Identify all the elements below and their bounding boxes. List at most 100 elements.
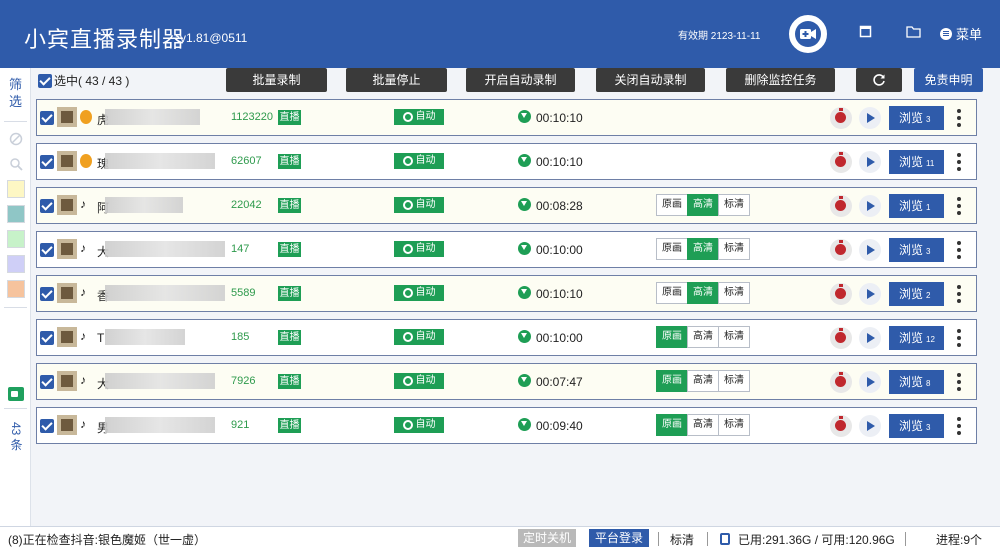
stop-record-icon[interactable] — [830, 151, 852, 173]
auto-record-toggle[interactable]: 自动 — [394, 241, 444, 257]
browse-button[interactable]: 浏览 1 — [889, 194, 944, 218]
quality-hd-option[interactable]: 高清 — [687, 282, 719, 304]
auto-label: 自动 — [415, 287, 436, 298]
quality-sd-option[interactable]: 标清 — [718, 282, 750, 304]
stop-record-icon[interactable] — [830, 195, 852, 217]
auto-record-toggle[interactable]: 自动 — [394, 329, 444, 345]
stop-record-icon[interactable] — [830, 327, 852, 349]
stop-record-icon[interactable] — [830, 283, 852, 305]
task-row[interactable]: ♪ 大 147 直播 自动 00:10:00 原画 高清 标清 浏览 3 — [36, 231, 977, 268]
quality-hd-option[interactable]: 高清 — [687, 414, 719, 436]
menu-icon — [940, 27, 952, 40]
row-checkbox[interactable] — [40, 375, 54, 389]
browse-button[interactable]: 浏览 2 — [889, 282, 944, 306]
quality-sd-option[interactable]: 标清 — [718, 370, 750, 392]
more-options-icon[interactable] — [957, 329, 961, 347]
task-row[interactable]: ♪ T 185 直播 自动 00:10:00 原画 高清 标清 浏览 12 — [36, 319, 977, 356]
task-row[interactable]: ♪ 香 5589 直播 自动 00:10:10 原画 高清 标清 浏览 2 — [36, 275, 977, 312]
row-checkbox[interactable] — [40, 155, 54, 169]
delete-monitor-tasks-button[interactable]: 删除监控任务 — [726, 68, 835, 92]
ban-filter-icon[interactable] — [9, 132, 23, 146]
batch-record-button[interactable]: 批量录制 — [226, 68, 327, 92]
play-icon[interactable] — [859, 371, 881, 393]
row-checkbox[interactable] — [40, 199, 54, 213]
browse-button[interactable]: 浏览 11 — [889, 150, 944, 174]
enable-auto-record-button[interactable]: 开启自动录制 — [466, 68, 575, 92]
quality-original-option[interactable]: 原画 — [656, 238, 688, 260]
task-row[interactable]: ♪ 男 921 直播 自动 00:09:40 原画 高清 标清 浏览 3 — [36, 407, 977, 444]
folder-icon[interactable] — [906, 25, 921, 38]
color-filter-green[interactable] — [7, 230, 25, 248]
color-filter-teal[interactable] — [7, 205, 25, 223]
row-checkbox[interactable] — [40, 111, 54, 125]
task-row[interactable]: 瑰 62607 直播 自动 00:10:10 浏览 11 — [36, 143, 977, 180]
stop-record-icon[interactable] — [830, 107, 852, 129]
play-icon[interactable] — [859, 283, 881, 305]
quality-hd-option[interactable]: 高清 — [687, 326, 719, 348]
record-camera-button[interactable] — [789, 15, 827, 53]
play-icon[interactable] — [859, 239, 881, 261]
more-options-icon[interactable] — [957, 241, 961, 259]
browse-button[interactable]: 浏览 8 — [889, 370, 944, 394]
auto-record-toggle[interactable]: 自动 — [394, 373, 444, 389]
more-options-icon[interactable] — [957, 109, 961, 127]
menu-button[interactable]: 菜单 — [940, 24, 982, 43]
select-all-checkbox[interactable]: 选中( 43 / 43 ) — [38, 72, 129, 89]
play-icon[interactable] — [859, 195, 881, 217]
disclaimer-button[interactable]: 免责申明 — [914, 68, 983, 92]
disable-auto-record-button[interactable]: 关闭自动录制 — [596, 68, 705, 92]
filter-label[interactable]: 筛选 — [0, 76, 31, 110]
browse-button[interactable]: 浏览 12 — [889, 326, 944, 350]
more-options-icon[interactable] — [957, 197, 961, 215]
more-options-icon[interactable] — [957, 373, 961, 391]
batch-stop-button[interactable]: 批量停止 — [346, 68, 447, 92]
quality-hd-option[interactable]: 高清 — [687, 370, 719, 392]
recording-filter-icon[interactable] — [8, 387, 24, 401]
auto-record-toggle[interactable]: 自动 — [394, 197, 444, 213]
more-options-icon[interactable] — [957, 285, 961, 303]
search-icon[interactable] — [9, 157, 23, 171]
task-row[interactable]: 虎 1123220 直播 自动 00:10:10 浏览 3 — [36, 99, 977, 136]
quality-original-option[interactable]: 原画 — [656, 194, 688, 216]
auto-record-toggle[interactable]: 自动 — [394, 285, 444, 301]
refresh-button[interactable] — [856, 68, 902, 92]
quality-sd-option[interactable]: 标清 — [718, 238, 750, 260]
default-quality-selector[interactable]: 标清 — [670, 531, 694, 548]
quality-sd-option[interactable]: 标清 — [718, 194, 750, 216]
stop-record-icon[interactable] — [830, 239, 852, 261]
auto-record-toggle[interactable]: 自动 — [394, 109, 444, 125]
browse-button[interactable]: 浏览 3 — [889, 414, 944, 438]
platform-login-button[interactable]: 平台登录 — [589, 529, 649, 547]
row-checkbox[interactable] — [40, 331, 54, 345]
more-options-icon[interactable] — [957, 153, 961, 171]
more-options-icon[interactable] — [957, 417, 961, 435]
quality-sd-option[interactable]: 标清 — [718, 414, 750, 436]
quality-original-option[interactable]: 原画 — [656, 326, 688, 348]
play-icon[interactable] — [859, 151, 881, 173]
color-filter-purple[interactable] — [7, 255, 25, 273]
row-checkbox[interactable] — [40, 287, 54, 301]
task-row[interactable]: ♪ 大 7926 直播 自动 00:07:47 原画 高清 标清 浏览 8 — [36, 363, 977, 400]
auto-record-toggle[interactable]: 自动 — [394, 417, 444, 433]
task-row[interactable]: ♪ 阿 22042 直播 自动 00:08:28 原画 高清 标清 浏览 1 — [36, 187, 977, 224]
quality-original-option[interactable]: 原画 — [656, 282, 688, 304]
quality-original-option[interactable]: 原画 — [656, 370, 688, 392]
quality-original-option[interactable]: 原画 — [656, 414, 688, 436]
row-checkbox[interactable] — [40, 419, 54, 433]
browse-button[interactable]: 浏览 3 — [889, 106, 944, 130]
stop-record-icon[interactable] — [830, 371, 852, 393]
row-checkbox[interactable] — [40, 243, 54, 257]
quality-hd-option[interactable]: 高清 — [687, 238, 719, 260]
auto-record-toggle[interactable]: 自动 — [394, 153, 444, 169]
maximize-icon[interactable] — [859, 25, 872, 38]
play-icon[interactable] — [859, 327, 881, 349]
color-filter-orange[interactable] — [7, 280, 25, 298]
browse-button[interactable]: 浏览 3 — [889, 238, 944, 262]
play-icon[interactable] — [859, 415, 881, 437]
scheduled-shutdown-button[interactable]: 定时关机 — [518, 529, 576, 547]
stop-record-icon[interactable] — [830, 415, 852, 437]
play-icon[interactable] — [859, 107, 881, 129]
color-filter-yellow[interactable] — [7, 180, 25, 198]
quality-hd-option[interactable]: 高清 — [687, 194, 719, 216]
quality-sd-option[interactable]: 标清 — [718, 326, 750, 348]
